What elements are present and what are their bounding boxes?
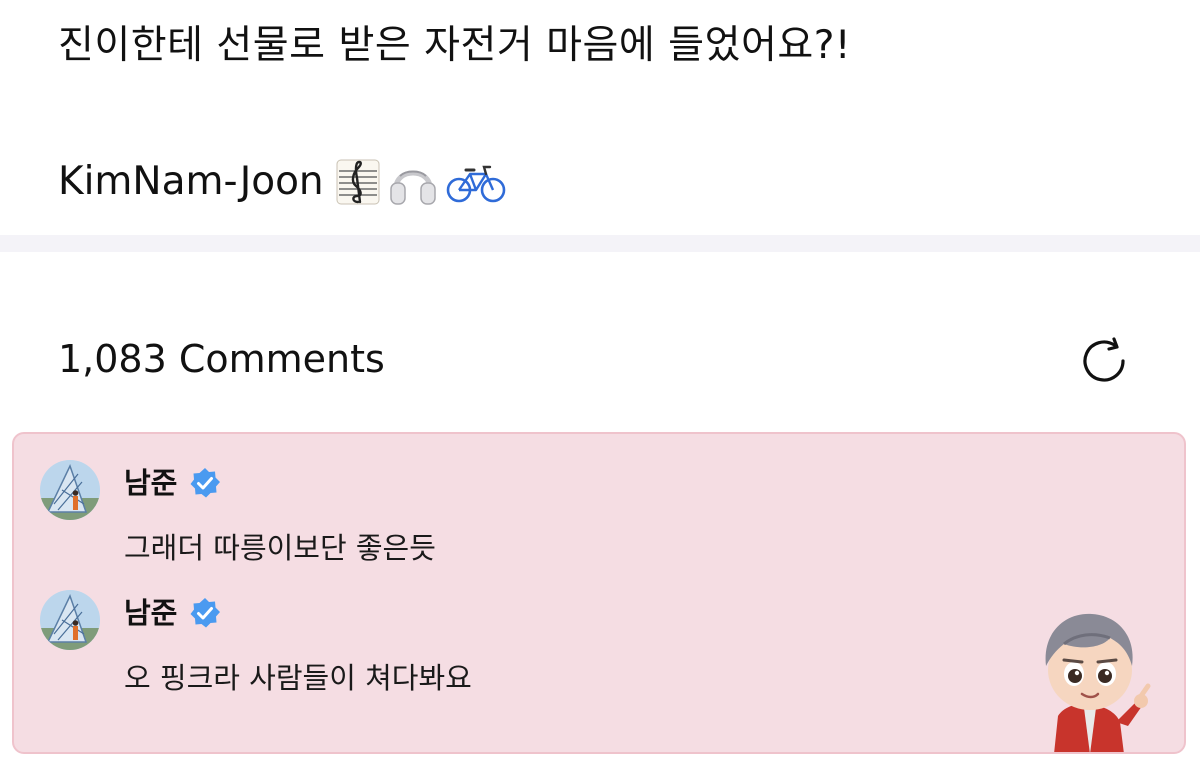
verified-badge-icon: [189, 467, 221, 499]
bicycle-icon: [446, 158, 506, 206]
author-name: 남준: [124, 596, 178, 630]
avatar[interactable]: [40, 460, 100, 520]
comment-text: 오 핑크라 사람들이 쳐다봐요: [124, 661, 472, 695]
refresh-button[interactable]: [1076, 333, 1132, 389]
post-question-text: 진이한테 선물로 받은 자전거 마음에 들었어요?!: [58, 23, 852, 68]
comment-author[interactable]: 남준: [124, 594, 221, 632]
music-score-icon: [336, 158, 380, 206]
signature-name: KimNam-Joon: [58, 159, 324, 204]
refresh-icon: [1083, 337, 1125, 382]
author-name: 남준: [124, 466, 178, 500]
post-page: 진이한테 선물로 받은 자전거 마음에 들었어요?! KimNam-Joon 1…: [0, 0, 1200, 771]
headphones-icon: [388, 158, 438, 206]
comment-author[interactable]: 남준: [124, 464, 221, 502]
comments-count: 1,083 Comments: [58, 337, 385, 381]
section-divider: [0, 235, 1200, 252]
character-sticker: [1024, 604, 1154, 752]
verified-badge-icon: [189, 597, 221, 629]
comment-text: 그래더 따릉이보단 좋은듯: [124, 531, 436, 565]
post-signature: KimNam-Joon: [58, 158, 506, 206]
highlighted-comments-panel: 남준 그래더 따릉이보단 좋은듯 남준 오 핑크라 사람들이 쳐다봐요: [12, 432, 1186, 754]
avatar[interactable]: [40, 590, 100, 650]
